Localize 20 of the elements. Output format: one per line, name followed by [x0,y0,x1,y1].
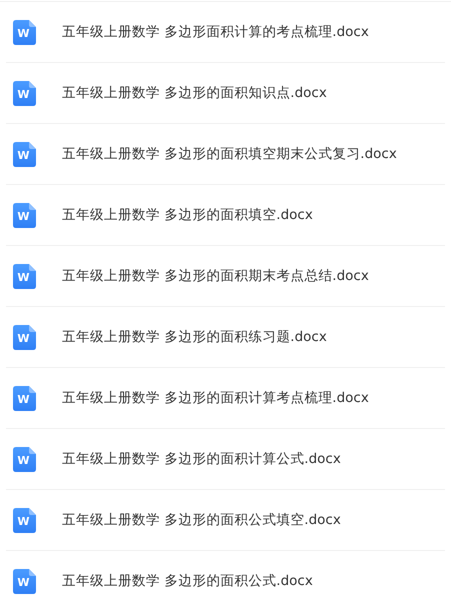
document-icon: W [13,20,36,44]
document-icon: W [13,80,36,106]
document-icon: W [13,264,36,288]
document-icon: W [13,568,36,594]
file-name[interactable]: 五年级上册数学 多边形的面积期末考点总结.docx [62,267,369,285]
document-icon: W [13,508,36,532]
file-name[interactable]: 五年级上册数学 多边形面积计算的考点梳理.docx [62,23,369,41]
document-icon: W [13,386,36,410]
file-name[interactable]: 五年级上册数学 多边形的面积计算考点梳理.docx [62,389,369,407]
file-name[interactable]: 五年级上册数学 多边形的面积练习题.docx [62,328,327,346]
file-name[interactable]: 五年级上册数学 多边形的面积填空.docx [62,206,313,224]
document-icon: W [13,324,36,350]
file-name[interactable]: 五年级上册数学 多边形的面积知识点.docx [62,84,327,102]
file-name[interactable]: 五年级上册数学 多边形的面积计算公式.docx [62,450,341,468]
document-icon: W [13,142,36,166]
file-name[interactable]: 五年级上册数学 多边形的面积公式.docx [62,572,313,590]
file-name[interactable]: 五年级上册数学 多边形的面积公式填空.docx [62,511,341,529]
file-name[interactable]: 五年级上册数学 多边形的面积填空期末公式复习.docx [62,145,397,163]
document-icon: W [13,202,36,228]
document-icon: W [13,446,36,472]
